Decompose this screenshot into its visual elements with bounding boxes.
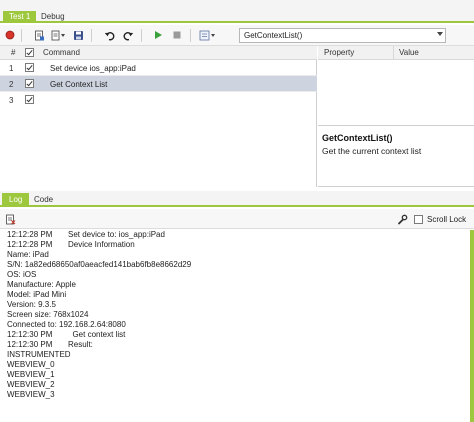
check-icon bbox=[26, 79, 33, 87]
log-line: Manufacture: Apple bbox=[7, 280, 76, 290]
row-command: Get Context List bbox=[50, 80, 108, 89]
log-message: Manufacture: Apple bbox=[7, 280, 76, 289]
toolbar-divider bbox=[91, 29, 92, 42]
help-description: Get the current context list bbox=[322, 146, 422, 156]
command-grid: # Command 1 Set device ios_app:iPad 2 Ge… bbox=[0, 46, 317, 187]
insert-dropdown-icon[interactable] bbox=[51, 29, 67, 41]
row-checkbox[interactable] bbox=[25, 95, 34, 104]
log-time: 12:12:30 PM bbox=[7, 340, 53, 349]
log-line: WEBVIEW_0 bbox=[7, 360, 55, 370]
grid-header: # Command bbox=[0, 46, 317, 60]
log-message: S/N: 1a82ed68650af0aeacfed141bab6fb8e866… bbox=[7, 260, 192, 269]
check-icon bbox=[26, 48, 33, 56]
options-dropdown-icon[interactable] bbox=[199, 29, 217, 41]
log-message: WEBVIEW_0 bbox=[7, 360, 55, 369]
log-time: 12:12:28 PM bbox=[7, 230, 53, 239]
new-step-icon[interactable] bbox=[33, 29, 45, 41]
column-header-command[interactable]: Command bbox=[43, 48, 80, 57]
editor-tabbar: Test 1 Debug bbox=[0, 0, 474, 23]
log-line: S/N: 1a82ed68650af0aeacfed141bab6fb8e866… bbox=[7, 260, 191, 270]
log-time: 12:12:30 PM bbox=[7, 330, 53, 339]
log-toolbar: Scroll Lock bbox=[0, 209, 474, 229]
row-checkbox[interactable] bbox=[25, 63, 34, 72]
toolbar-divider bbox=[21, 29, 22, 42]
save-icon[interactable] bbox=[72, 29, 84, 41]
check-icon bbox=[26, 95, 33, 103]
log-line: Version: 9.3.5 bbox=[7, 300, 56, 310]
row-number: 3 bbox=[9, 96, 14, 105]
log-message: WEBVIEW_1 bbox=[7, 370, 55, 379]
record-icon[interactable] bbox=[4, 29, 16, 41]
wrench-icon[interactable] bbox=[396, 213, 408, 225]
log-line: Model: iPad Mini bbox=[7, 290, 66, 300]
log-line: 12:12:28 PM Device Information bbox=[7, 240, 135, 250]
column-header-number: # bbox=[11, 48, 16, 57]
play-icon[interactable] bbox=[152, 29, 164, 41]
column-header-property: Property bbox=[324, 48, 355, 57]
column-header-value: Value bbox=[399, 48, 419, 57]
tab-code[interactable]: Code bbox=[27, 193, 60, 207]
log-line: WEBVIEW_3 bbox=[7, 390, 55, 400]
check-icon bbox=[26, 63, 33, 71]
clear-log-icon[interactable] bbox=[4, 213, 16, 225]
select-all-checkbox[interactable] bbox=[25, 48, 34, 57]
log-line: 12:12:30 PM Result: bbox=[7, 340, 93, 350]
chevron-down-icon[interactable] bbox=[437, 32, 443, 36]
log-message: OS: iOS bbox=[7, 270, 37, 279]
row-checkbox[interactable] bbox=[25, 79, 34, 88]
log-line: WEBVIEW_2 bbox=[7, 380, 55, 390]
log-time: 12:12:28 PM bbox=[7, 240, 53, 249]
table-row[interactable]: 3 bbox=[0, 92, 317, 108]
command-combobox[interactable]: GetContextList() bbox=[239, 28, 446, 43]
log-line: Screen size: 768x1024 bbox=[7, 310, 88, 320]
log-message: Version: 9.3.5 bbox=[7, 300, 56, 309]
toolbar-divider bbox=[190, 29, 191, 42]
output-tabbar: Log Code bbox=[0, 191, 474, 207]
log-line: OS: iOS bbox=[7, 270, 36, 280]
redo-icon[interactable] bbox=[122, 29, 134, 41]
properties-header: Property Value bbox=[318, 46, 474, 60]
log-message: Name: iPad bbox=[7, 250, 49, 259]
scroll-lock-label: Scroll Lock bbox=[427, 215, 467, 224]
undo-icon[interactable] bbox=[103, 29, 115, 41]
log-message: INSTRUMENTED bbox=[7, 350, 71, 359]
column-divider[interactable] bbox=[393, 46, 394, 60]
log-line: Name: iPad bbox=[7, 250, 49, 260]
tab-debug[interactable]: Debug bbox=[35, 11, 71, 23]
help-title: GetContextList() bbox=[322, 133, 393, 143]
row-number: 1 bbox=[9, 64, 14, 73]
stop-icon[interactable] bbox=[171, 29, 183, 41]
table-row[interactable]: 2 Get Context List bbox=[0, 76, 317, 92]
row-command: Set device ios_app:iPad bbox=[50, 64, 136, 73]
log-message: Model: iPad Mini bbox=[7, 290, 67, 299]
row-number: 2 bbox=[9, 80, 14, 89]
toolbar-divider bbox=[141, 29, 142, 42]
log-message: Connected to: 192.168.2.64:8080 bbox=[7, 320, 126, 329]
log-line: INSTRUMENTED bbox=[7, 350, 71, 360]
log-message: Get context list bbox=[68, 330, 126, 339]
properties-panel: Property Value bbox=[318, 46, 474, 126]
tab-log[interactable]: Log bbox=[2, 193, 30, 207]
log-line: 12:12:28 PM Set device to: ios_app:iPad bbox=[7, 230, 165, 240]
log-line: Connected to: 192.168.2.64:8080 bbox=[7, 320, 126, 330]
log-line: 12:12:30 PM Get context list bbox=[7, 330, 125, 340]
log-line: WEBVIEW_1 bbox=[7, 370, 55, 380]
log-message: Device Information bbox=[68, 240, 135, 249]
log-message: Set device to: ios_app:iPad bbox=[68, 230, 165, 239]
log-message: WEBVIEW_3 bbox=[7, 390, 55, 399]
scroll-lock-checkbox[interactable] bbox=[414, 215, 423, 224]
table-row[interactable]: 1 Set device ios_app:iPad bbox=[0, 60, 317, 76]
log-message: WEBVIEW_2 bbox=[7, 380, 55, 389]
log-output: 12:12:28 PM Set device to: ios_app:iPad 1… bbox=[0, 230, 474, 422]
command-combobox-value: GetContextList() bbox=[244, 31, 303, 40]
log-message: Screen size: 768x1024 bbox=[7, 310, 89, 319]
command-help-panel: GetContextList() Get the current context… bbox=[318, 126, 474, 187]
log-message: Result: bbox=[68, 340, 93, 349]
test-toolbar: GetContextList() bbox=[0, 25, 474, 46]
tab-test-1[interactable]: Test 1 bbox=[3, 11, 37, 23]
